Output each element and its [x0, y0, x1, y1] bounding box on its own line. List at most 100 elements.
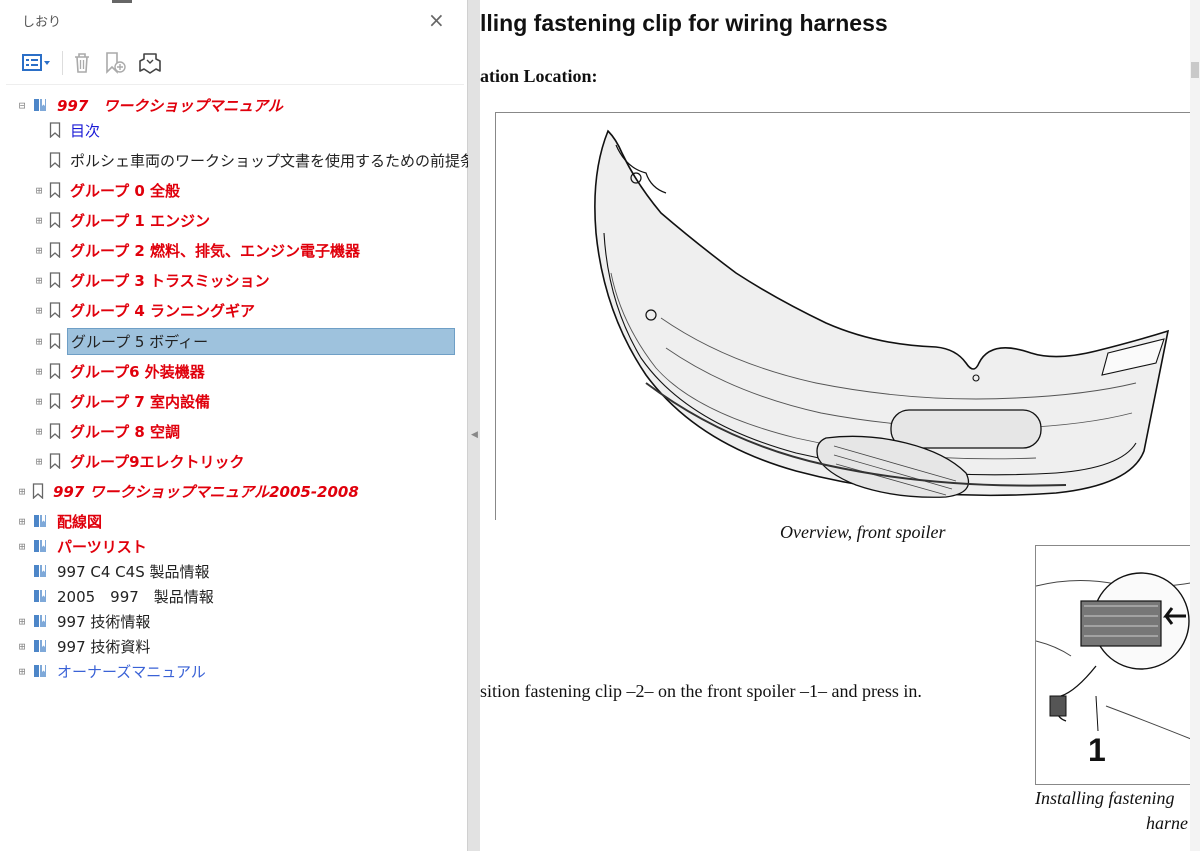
find-bookmark-icon [139, 53, 161, 74]
expand-toggle-icon[interactable]: ⊞ [33, 455, 45, 468]
expand-toggle-icon[interactable]: ⊞ [33, 244, 45, 257]
bookmark-label: 997 技術資料 [57, 637, 151, 656]
bookmark-item[interactable]: ⊞ グループ 2 燃料、排気、エンジン電子機器 [33, 237, 363, 263]
bookmark-label: グループ 8 空調 [70, 422, 180, 441]
bookmark-icon [49, 393, 61, 409]
expand-toggle-icon[interactable]: ⊞ [33, 395, 45, 408]
bookmark-item[interactable]: ⊞ 配線図 [16, 508, 105, 534]
bookmark-icon [49, 423, 61, 439]
location-heading: ation Location: [480, 66, 598, 86]
bookmark-icon [49, 333, 61, 349]
scrollbar-thumb[interactable] [1191, 62, 1199, 78]
bookmarks-panel: しおり × ⊟ 997 ワークショップマニュアル 目次 ポルシェ車両のワークショ… [0, 0, 490, 851]
document-heading: lling fastening clip for wiring harness [480, 10, 888, 36]
bookmark-item[interactable]: ⊞ 997 技術情報 [16, 608, 153, 634]
book-bookmark-icon [32, 563, 48, 579]
bookmarks-panel-title: しおり [22, 15, 62, 30]
bookmark-label: 配線図 [57, 512, 103, 531]
bookmark-item[interactable]: ⊞ グループ6 外装機器 [33, 358, 208, 384]
bookmark-icon [32, 483, 44, 499]
toolbar-divider [6, 84, 464, 85]
book-bookmark-icon [32, 97, 48, 113]
document-scrollbar[interactable] [1190, 0, 1200, 851]
bookmark-label: 997 ワークショップマニュアル [57, 96, 283, 115]
bookmark-item[interactable]: 2005 997 製品情報 [16, 583, 217, 609]
bookmark-icon [49, 242, 61, 258]
bookmark-label: 997 技術情報 [57, 612, 151, 631]
bookmark-icon [49, 122, 61, 138]
bookmark-label: グループ 4 ランニングギア [70, 301, 255, 320]
bookmark-item[interactable]: ⊞ グループ 0 全般 [33, 177, 183, 203]
window-tab-indicator [112, 0, 132, 3]
bookmark-item[interactable]: ⊞ オーナーズマニュアル [16, 658, 209, 684]
bookmark-label: グループ6 外装機器 [70, 362, 205, 381]
bookmark-item[interactable]: 目次 [33, 117, 103, 143]
expand-toggle-icon[interactable]: ⊞ [16, 665, 28, 678]
book-bookmark-icon [32, 513, 48, 529]
bookmark-item[interactable]: ⊞ グループ 5 ボディー [33, 327, 455, 355]
delete-bookmark-button[interactable] [71, 50, 93, 76]
book-bookmark-icon [32, 538, 48, 554]
bookmark-label: グループ 5 ボディー [67, 327, 455, 355]
close-panel-button[interactable]: × [428, 8, 445, 32]
bookmark-item[interactable]: ⊞ 997 ワークショップマニュアル2005-2008 [16, 478, 362, 504]
bookmark-label: グループ 7 室内設備 [70, 392, 210, 411]
find-bookmark-button[interactable] [137, 50, 163, 76]
bookmark-icon [49, 453, 61, 469]
figure1-caption: Overview, front spoiler [780, 522, 946, 542]
bookmark-item[interactable]: ポルシェ車両のワークショップ文書を使用するための前提条件 [33, 147, 493, 173]
bookmark-item[interactable]: ⊞ グループ 3 トラスミッション [33, 267, 273, 293]
new-bookmark-icon [106, 52, 126, 74]
bookmark-item[interactable]: ⊞ グループ 7 室内設備 [33, 388, 213, 414]
options-menu-button[interactable] [22, 50, 52, 76]
expand-toggle-icon[interactable]: ⊞ [33, 425, 45, 438]
bookmark-label: グループ 2 燃料、排気、エンジン電子機器 [70, 241, 360, 260]
expand-toggle-icon[interactable]: ⊞ [16, 640, 28, 653]
bookmark-icon [49, 363, 61, 379]
figure2-callout-number: 1 [1088, 732, 1106, 768]
expand-toggle-icon[interactable]: ⊞ [33, 184, 45, 197]
bookmark-item[interactable]: ⊞ グループ 8 空調 [33, 418, 183, 444]
expand-toggle-icon[interactable]: ⊞ [33, 304, 45, 317]
bookmark-icon [49, 212, 61, 228]
panel-splitter[interactable] [468, 0, 480, 851]
bookmark-icon [49, 152, 61, 168]
front-spoiler-figure [495, 112, 1191, 520]
figure2-caption-line2: harne [1146, 813, 1188, 833]
expand-toggle-icon[interactable]: ⊞ [33, 214, 45, 227]
bookmark-item[interactable]: ⊞ 997 技術資料 [16, 633, 153, 659]
expand-toggle-icon[interactable]: ⊞ [33, 365, 45, 378]
trash-icon [75, 53, 89, 73]
bookmark-item[interactable]: 997 C4 C4S 製品情報 [16, 558, 213, 584]
bookmark-item[interactable]: ⊞ グループ 4 ランニングギア [33, 297, 258, 323]
expand-toggle-icon[interactable]: ⊞ [33, 274, 45, 287]
expand-toggle-icon[interactable]: ⊞ [16, 540, 28, 553]
toolbar-separator [62, 51, 63, 75]
bookmark-label: グループ 0 全般 [70, 181, 180, 200]
expand-toggle-icon[interactable]: ⊞ [16, 515, 28, 528]
collapse-arrow-icon[interactable]: ◀ [471, 430, 478, 440]
bookmark-icon [49, 272, 61, 288]
book-bookmark-icon [32, 638, 48, 654]
document-view: lling fastening clip for wiring harness … [480, 0, 1200, 851]
fastening-clip-figure: 1 [1035, 545, 1195, 785]
bookmark-item[interactable]: ⊞ グループ 1 エンジン [33, 207, 213, 233]
bookmark-label: グループ 3 トラスミッション [70, 271, 270, 290]
bookmark-item[interactable]: ⊞ グループ9エレクトリック [33, 448, 248, 474]
bookmark-label: 997 C4 C4S 製品情報 [57, 562, 210, 581]
bookmark-item[interactable]: ⊟ 997 ワークショップマニュアル [16, 92, 286, 118]
new-bookmark-button[interactable] [103, 50, 127, 76]
bookmark-label: ポルシェ車両のワークショップ文書を使用するための前提条件 [70, 151, 491, 170]
expand-toggle-icon[interactable]: ⊞ [33, 335, 45, 348]
expand-toggle-icon[interactable]: ⊞ [16, 615, 28, 628]
bookmark-label: グループ9エレクトリック [70, 452, 245, 471]
bookmark-item[interactable]: ⊞ パーツリスト [16, 533, 150, 559]
bookmark-icon [49, 302, 61, 318]
collapse-toggle-icon[interactable]: ⊟ [16, 99, 28, 112]
book-bookmark-icon [32, 588, 48, 604]
bookmarks-toolbar [22, 50, 173, 76]
book-bookmark-icon [32, 663, 48, 679]
expand-toggle-icon[interactable]: ⊞ [16, 485, 28, 498]
front-spoiler-drawing [594, 129, 1170, 498]
bookmark-label: 2005 997 製品情報 [57, 587, 214, 606]
